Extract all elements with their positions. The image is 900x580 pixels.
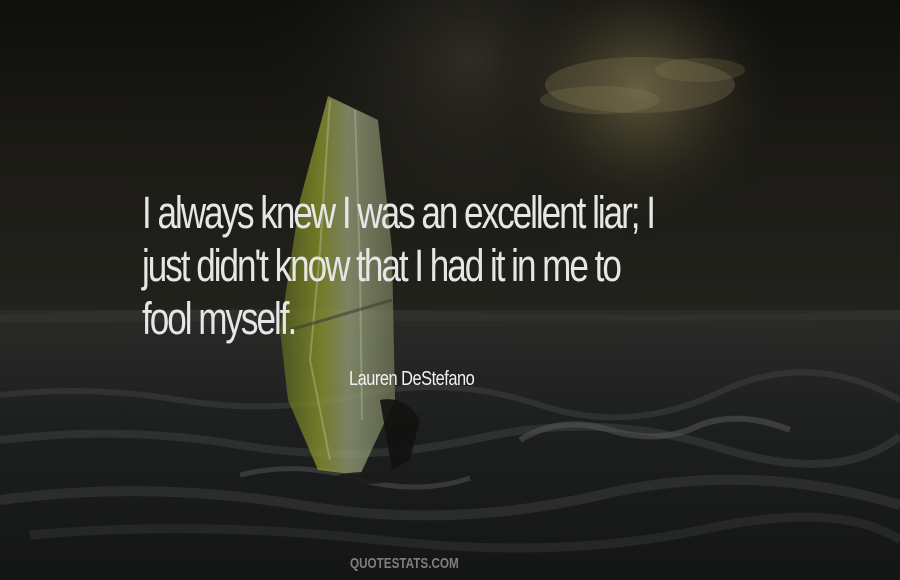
quote-line-3: fool myself. [142,293,297,344]
quote-image: I always knew I was an excellent liar; I… [0,0,900,580]
quote-text: I always knew I was an excellent liar; I… [142,186,704,345]
site-watermark: QUOTESTATS.COM [350,555,459,572]
quote-line-1: I always knew I was an excellent liar; I [142,187,656,238]
quote-line-2: just didn't know that I had it in me to [142,240,622,291]
quote-author: Lauren DeStefano [349,368,475,390]
